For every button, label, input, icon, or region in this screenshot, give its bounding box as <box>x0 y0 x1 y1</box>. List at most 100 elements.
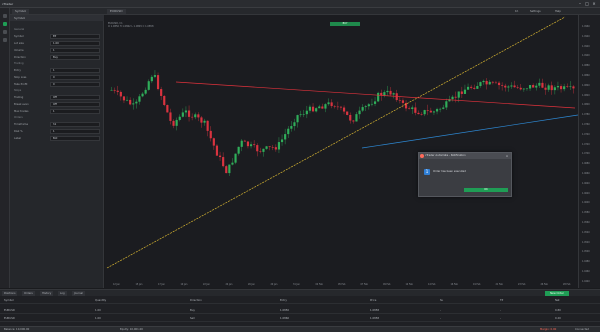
candle-body <box>141 93 144 97</box>
candle-body <box>187 110 191 117</box>
candle-body <box>460 91 463 94</box>
candle-body <box>228 164 231 174</box>
candle-body <box>147 81 150 90</box>
candle-body <box>563 86 566 90</box>
time-tick: 12 Feb <box>405 283 413 286</box>
candle-body <box>476 86 479 89</box>
table-row[interactable]: EURUSD 1.00 Sell 1.0860 1.0858 - - 0.20 <box>0 316 600 322</box>
time-tick: 26 Feb <box>540 283 548 286</box>
time-axis: 12 Jan 15 Jan 17 Jan 19 Jan 22 Jan 24 Jan 26 J… <box>105 283 578 288</box>
table-row[interactable]: EURUSD 1.00 Buy 1.0850 1.0858 - - 0.80 <box>0 308 600 314</box>
candle-body <box>507 86 510 88</box>
candle-body <box>280 139 284 143</box>
time-tick: 22 Jan <box>203 283 210 286</box>
candle-body <box>135 101 138 104</box>
candle-body <box>435 109 439 112</box>
status-connection: Connected <box>575 328 589 331</box>
dialog-ok-button[interactable]: OK <box>464 188 508 192</box>
candle-body <box>439 108 442 110</box>
time-tick: 21 Feb <box>495 283 503 286</box>
candle-body <box>497 82 501 86</box>
candle-body <box>324 104 327 109</box>
table-cell: 1.0858 <box>370 317 380 320</box>
table-cell: Direction <box>190 299 202 302</box>
candle-body <box>389 90 392 95</box>
candle-body <box>305 110 308 115</box>
time-tick: 14 Feb <box>428 283 436 286</box>
candle-body <box>417 112 420 115</box>
candle-body <box>398 100 401 101</box>
candle-body <box>197 114 200 118</box>
candle-body <box>268 146 271 148</box>
candle-body <box>200 117 203 123</box>
table-cell: 0.80 <box>555 309 561 312</box>
candle-body <box>547 85 550 90</box>
candle-body <box>311 106 315 112</box>
candle-body <box>510 85 513 87</box>
price-tick: 1.0600 <box>582 201 590 205</box>
candle-body <box>287 128 290 135</box>
candle-body <box>290 126 293 129</box>
dialog-close-icon[interactable]: × <box>505 154 509 158</box>
time-tick: 19 Feb <box>473 283 481 286</box>
table-cell: 1.0850 <box>280 309 290 312</box>
candle-body <box>519 87 522 90</box>
candle-body <box>113 89 116 91</box>
table-cell: EURUSD <box>4 309 15 312</box>
table-cell: 1.0860 <box>280 317 290 320</box>
candle-body <box>206 120 209 131</box>
time-tick: 26 Jan <box>248 283 255 286</box>
candle-body <box>293 122 296 127</box>
candle-body <box>129 99 132 105</box>
app-logo-icon <box>420 154 424 158</box>
table-cell: - <box>500 317 501 320</box>
price-tick: 1.0900 <box>582 54 590 58</box>
candle-body <box>191 116 194 118</box>
candle-body <box>559 86 563 90</box>
candle-body <box>544 87 547 90</box>
candle-body <box>237 146 240 154</box>
table-cell: Buy <box>190 309 195 312</box>
candle-body <box>386 90 389 93</box>
price-tick: 1.0780 <box>582 113 590 117</box>
candle-body <box>442 107 445 109</box>
price-tick: 1.0700 <box>582 152 590 156</box>
candle-body <box>352 120 355 122</box>
candle-body <box>361 107 364 111</box>
candle-body <box>336 106 339 108</box>
table-cell: - <box>500 309 501 312</box>
price-axis: 1.0960 1.0940 1.0920 1.0900 1.0880 1.0860 1.08… <box>578 15 600 288</box>
candle-body <box>212 138 215 146</box>
candle-body <box>377 92 380 102</box>
candle-body <box>330 102 333 107</box>
candle-body <box>550 85 553 91</box>
table-cell: Price <box>370 299 377 302</box>
candle-body <box>116 90 119 92</box>
candle-body <box>209 130 212 139</box>
candle-body <box>166 105 169 113</box>
candle-body <box>408 108 411 110</box>
candle-body <box>342 107 346 112</box>
candle-body <box>122 96 126 101</box>
table-header: Symbol Quantity Direction Entry Price SL TP Net <box>0 298 600 304</box>
table-cell: EURUSD <box>4 317 15 320</box>
candle-body <box>265 146 268 149</box>
candle-body <box>243 140 246 142</box>
candle-body <box>370 103 374 105</box>
price-tick: 1.0800 <box>582 103 590 107</box>
status-equity: Equity: 10,001.00 <box>120 328 143 331</box>
candle-body <box>535 85 538 88</box>
blue-trendline[interactable] <box>361 114 579 149</box>
candle-body <box>525 88 529 90</box>
candle-body <box>532 85 535 88</box>
dialog-message: Order has been executed <box>433 170 466 173</box>
candle-body <box>516 87 519 88</box>
price-tick: 1.0500 <box>582 250 590 254</box>
candle-body <box>144 89 147 94</box>
candle-body <box>184 110 188 113</box>
yellow-trendline[interactable] <box>106 16 566 269</box>
table-cell: 1.0858 <box>370 309 380 312</box>
price-tick: 1.0660 <box>582 172 590 175</box>
candle-body <box>296 115 299 123</box>
candle-body <box>457 91 460 98</box>
